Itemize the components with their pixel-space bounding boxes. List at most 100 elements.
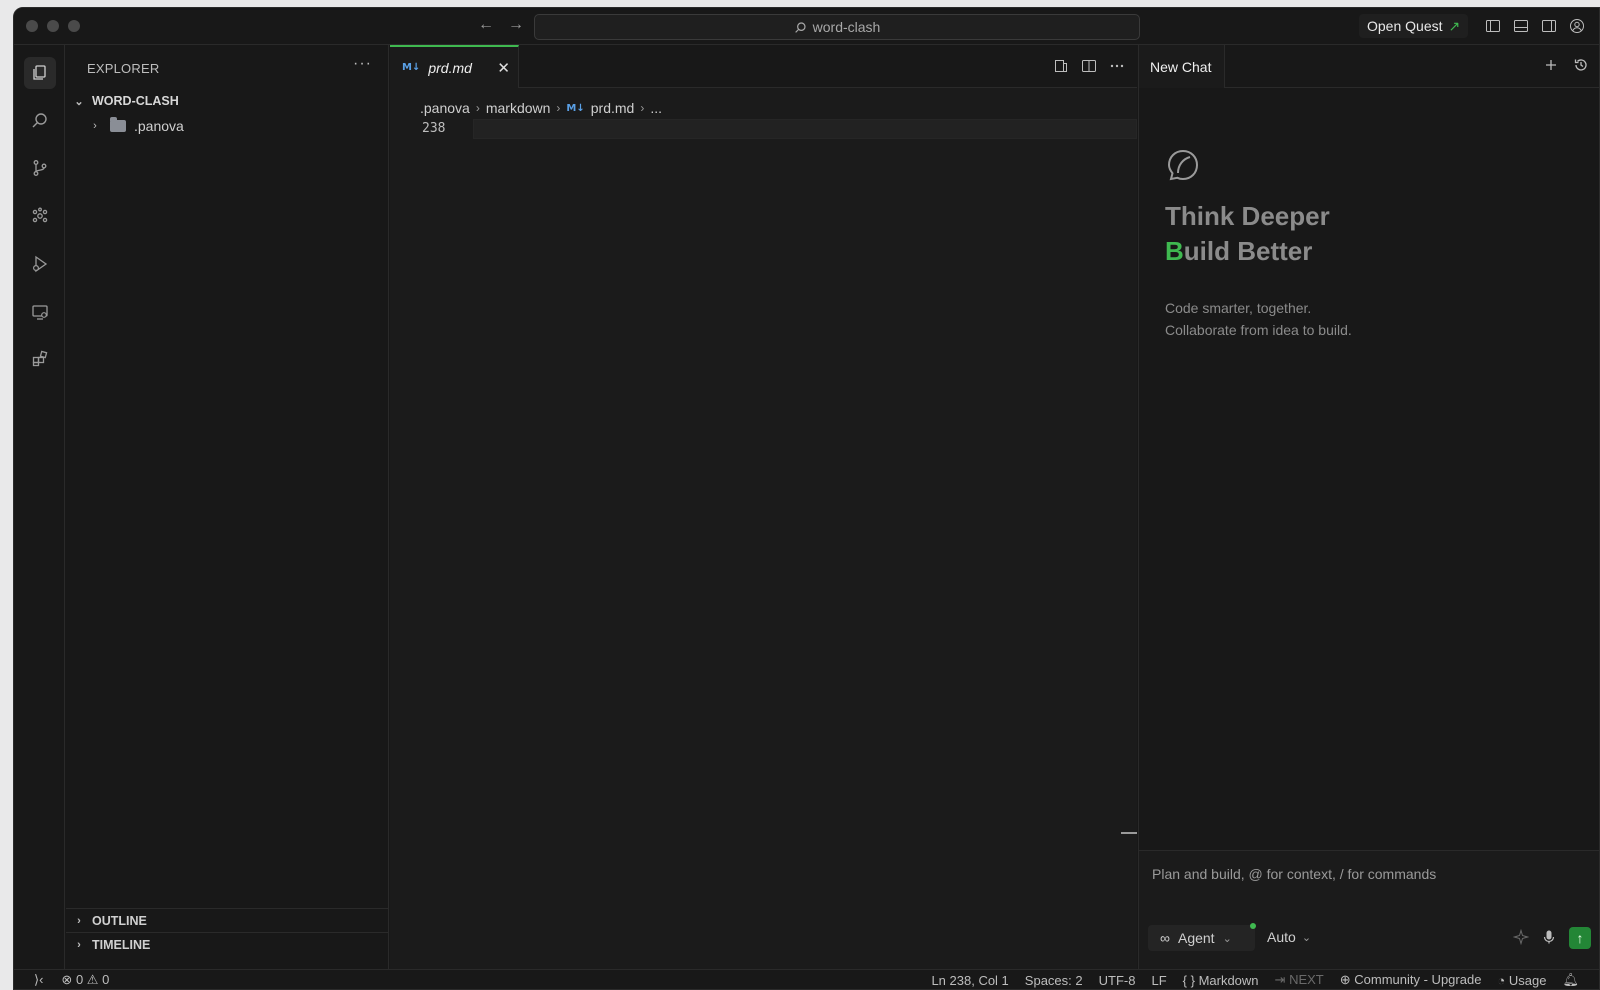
chevron-right-icon: › [640, 101, 645, 115]
plan-status-label: Community - Upgrade [1354, 972, 1482, 987]
search-icon [794, 21, 806, 33]
problems-indicator[interactable]: ⊗ 0 ⚠ 0 [61, 972, 109, 988]
remote-indicator-icon[interactable]: ⟩‹ [34, 972, 43, 988]
microphone-icon[interactable] [1541, 929, 1557, 948]
folder-icon [110, 117, 126, 132]
warning-count: 0 [102, 972, 110, 987]
chat-header-actions [1543, 57, 1589, 78]
hero-title-line1: Think Deeper [1165, 201, 1330, 231]
markdown-icon: M↓ [566, 102, 585, 114]
maximize-window-button[interactable] [68, 20, 80, 32]
usage-status-label: Usage [1508, 972, 1547, 988]
command-search-box[interactable]: word-clash [534, 14, 1140, 40]
search-icon[interactable] [24, 105, 56, 137]
timeline-section[interactable]: › TIMELINE [66, 932, 388, 956]
editor-area: M↓ prd.md ✕ .panova › markdown › M↓ prd.… [390, 45, 1137, 969]
language-mode-label: Markdown [1198, 972, 1259, 988]
warning-icon: ⚠ [86, 972, 99, 987]
current-line-highlight[interactable] [473, 119, 1137, 139]
toggle-primary-sidebar-icon[interactable] [1485, 18, 1501, 34]
external-arrow-icon: ↗ [1448, 17, 1461, 34]
chevron-down-icon: ⌄ [1222, 932, 1232, 945]
encoding[interactable]: UTF-8 [1099, 973, 1136, 988]
minimize-window-button[interactable] [47, 20, 59, 32]
status-bar: ⟩‹ ⊗ 0 ⚠ 0 Ln 238, Col 1 Spaces: 2 UTF-8… [14, 969, 1599, 989]
extensions-cluster-icon[interactable] [24, 200, 56, 232]
tree-item-panova[interactable]: › .panova [88, 117, 184, 134]
back-arrow-icon[interactable]: ← [476, 16, 496, 34]
account-icon[interactable] [1569, 18, 1585, 34]
usage-status[interactable]: ◔ Usage [1497, 973, 1546, 988]
outline-section[interactable]: › OUTLINE [66, 908, 388, 932]
timeline-section-label: TIMELINE [92, 937, 151, 952]
layout-toggles [1485, 18, 1585, 34]
minimap-indicator[interactable] [1121, 832, 1137, 834]
breadcrumb-item[interactable]: .panova [420, 100, 470, 116]
agent-mode-button[interactable]: ∞ Agent ⌄ [1148, 925, 1255, 951]
braces-icon: { } [1182, 972, 1195, 988]
hero-subtitle-line2: Collaborate from idea to build. [1165, 322, 1352, 338]
split-editor-icon[interactable] [1081, 58, 1097, 77]
run-debug-icon[interactable] [24, 248, 56, 280]
hero-title-line2: Build Better [1165, 236, 1312, 267]
remote-explorer-icon[interactable] [24, 296, 56, 328]
open-preview-icon[interactable] [1053, 58, 1069, 77]
ide-window: ← → word-clash Open Quest ↗ EXPLORER ···… [13, 7, 1600, 990]
outline-section-label: OUTLINE [92, 913, 147, 928]
editor-tab-bar: M↓ prd.md ✕ [390, 45, 1137, 88]
close-icon[interactable]: ✕ [497, 59, 510, 77]
chevron-right-icon: › [93, 120, 97, 132]
chat-input-placeholder[interactable]: Plan and build, @ for context, / for com… [1152, 866, 1436, 882]
extensions-icon[interactable] [24, 343, 56, 375]
language-mode[interactable]: { } Markdown [1183, 973, 1259, 988]
end-of-line[interactable]: LF [1151, 973, 1166, 988]
line-number: 238 [422, 121, 446, 136]
chat-input-area[interactable]: Plan and build, @ for context, / for com… [1139, 850, 1599, 969]
divider [1225, 87, 1599, 88]
chat-input-actions: ↑ [1512, 927, 1591, 949]
chevron-down-icon: ⌄ [1301, 931, 1312, 944]
history-icon[interactable] [1573, 57, 1589, 78]
tab-label: prd.md [428, 59, 472, 76]
workspace-root-folder[interactable]: ⌄ WORD-CLASH [72, 94, 178, 108]
title-bar: ← → word-clash Open Quest ↗ [14, 8, 1599, 45]
plan-status[interactable]: ⊕ Community - Upgrade [1340, 972, 1482, 988]
files-icon[interactable] [24, 57, 56, 89]
breadcrumb-item[interactable]: markdown [486, 100, 551, 116]
error-count: 0 [75, 972, 84, 987]
plus-icon[interactable] [1543, 57, 1559, 78]
cursor-position[interactable]: Ln 238, Col 1 [931, 973, 1008, 988]
breadcrumb-item[interactable]: prd.md [591, 100, 635, 116]
breadcrumb-item[interactable]: ... [650, 100, 662, 116]
toggle-secondary-sidebar-icon[interactable] [1541, 18, 1557, 34]
infinity-icon: ∞ [1160, 930, 1170, 946]
close-window-button[interactable] [26, 20, 38, 32]
send-button[interactable]: ↑ [1569, 927, 1591, 949]
open-quest-label: Open Quest [1367, 18, 1443, 34]
model-select-button[interactable]: Auto ⌄ [1267, 929, 1311, 945]
tab-prd-md[interactable]: M↓ prd.md ✕ [390, 45, 519, 88]
more-actions-icon[interactable]: ··· [353, 55, 372, 73]
toggle-panel-icon[interactable] [1513, 18, 1529, 34]
notifications-bell-icon[interactable]: 🔔︎ [1562, 972, 1579, 988]
breadcrumb: .panova › markdown › M↓ prd.md › ... [420, 100, 662, 116]
error-icon: ⊗ [61, 972, 73, 987]
hero-title-line2-text: uild Better [1183, 236, 1313, 266]
agent-mode-label: Agent [1177, 930, 1215, 946]
hero-accent-letter: B [1165, 236, 1184, 266]
open-quest-button[interactable]: Open Quest ↗ [1359, 14, 1469, 38]
chevron-down-icon: ⌄ [74, 95, 84, 108]
chat-panel: New Chat Think Deeper Build Better Code … [1138, 45, 1599, 969]
forward-arrow-icon[interactable]: → [506, 16, 526, 34]
indentation[interactable]: Spaces: 2 [1025, 973, 1083, 988]
more-actions-icon[interactable] [1109, 58, 1125, 77]
navigation-arrows: ← → [476, 16, 526, 34]
brand-logo-icon [1167, 149, 1199, 181]
next-edit-indicator[interactable]: ⇥ NEXT [1275, 972, 1324, 988]
tab-arrow-icon: ⇥ [1274, 972, 1286, 987]
source-control-icon[interactable] [24, 152, 56, 184]
tab-new-chat[interactable]: New Chat [1139, 45, 1225, 88]
status-dot [1250, 923, 1256, 929]
sparkle-icon[interactable] [1512, 928, 1530, 948]
chevron-right-icon: › [475, 101, 480, 115]
